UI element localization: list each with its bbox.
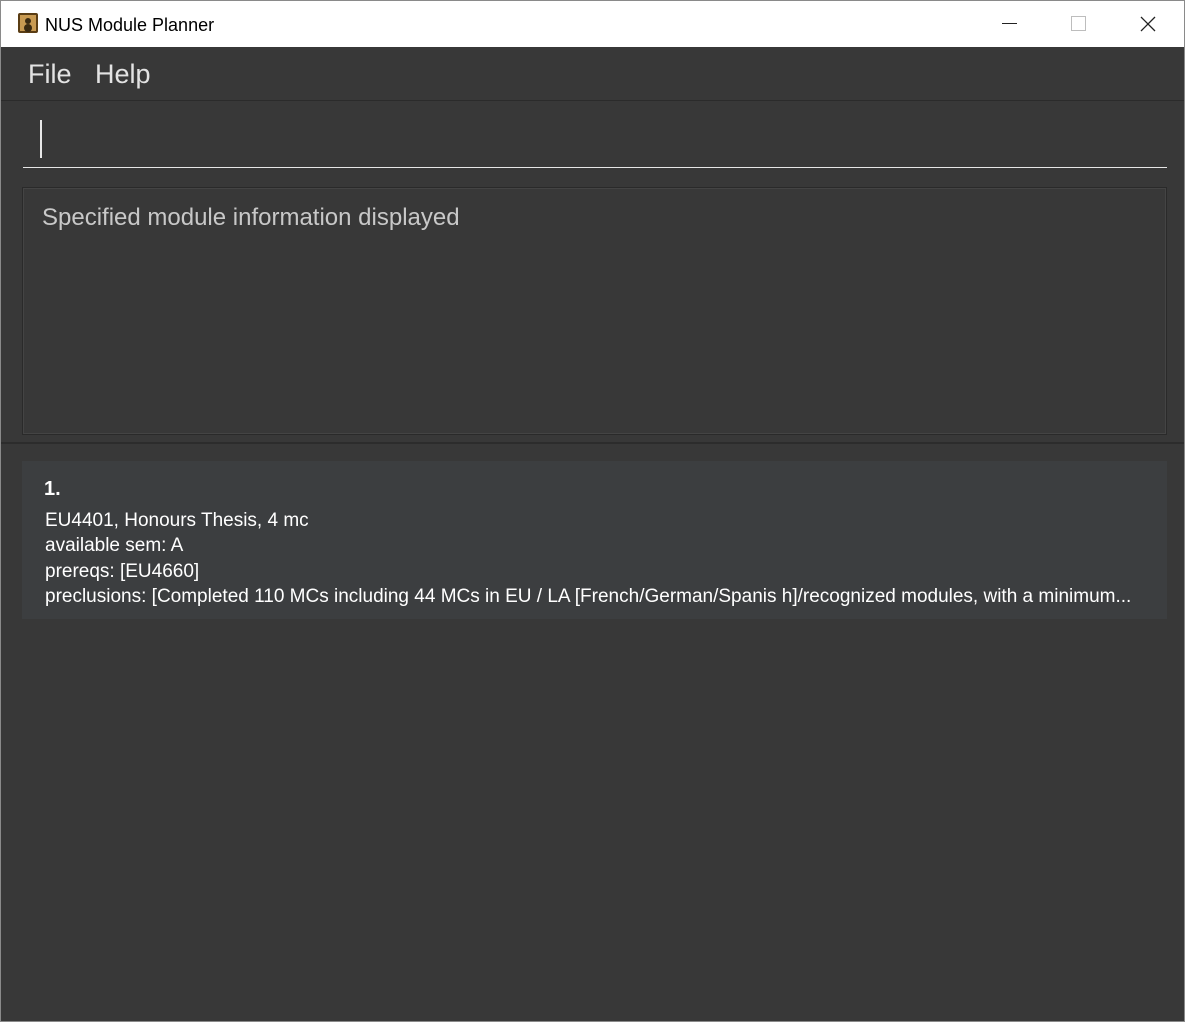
module-preclusions: preclusions: [Completed 110 MCs includin… [45, 586, 1132, 607]
module-summary: EU4401, Honours Thesis, 4 mc [45, 510, 309, 531]
result-display[interactable]: Specified module information displayed [22, 187, 1167, 435]
title-bar[interactable]: NUS Module Planner [1, 1, 1184, 47]
close-button[interactable] [1113, 1, 1182, 47]
menu-help[interactable]: Help [95, 57, 151, 91]
module-index: 1. [44, 478, 61, 500]
close-icon [1140, 16, 1156, 32]
menu-file[interactable]: File [28, 57, 72, 91]
address-book-icon [18, 13, 38, 33]
list-item[interactable]: 1. EU4401, Honours Thesis, 4 mc availabl… [22, 461, 1167, 619]
maximize-button[interactable] [1043, 1, 1112, 47]
minimize-button[interactable] [974, 1, 1043, 47]
window-title: NUS Module Planner [45, 15, 215, 35]
command-input[interactable] [23, 111, 1167, 168]
module-list[interactable]: 1. EU4401, Honours Thesis, 4 mc availabl… [1, 444, 1184, 1021]
menu-bar: File Help [1, 47, 1184, 101]
module-prereqs: prereqs: [EU4660] [45, 561, 200, 582]
app-window: NUS Module Planner File Help Specified m… [0, 0, 1185, 1022]
module-available-sem: available sem: A [45, 535, 184, 556]
command-box [1, 101, 1184, 179]
result-message: Specified module information displayed [42, 204, 460, 231]
text-cursor [40, 120, 42, 158]
